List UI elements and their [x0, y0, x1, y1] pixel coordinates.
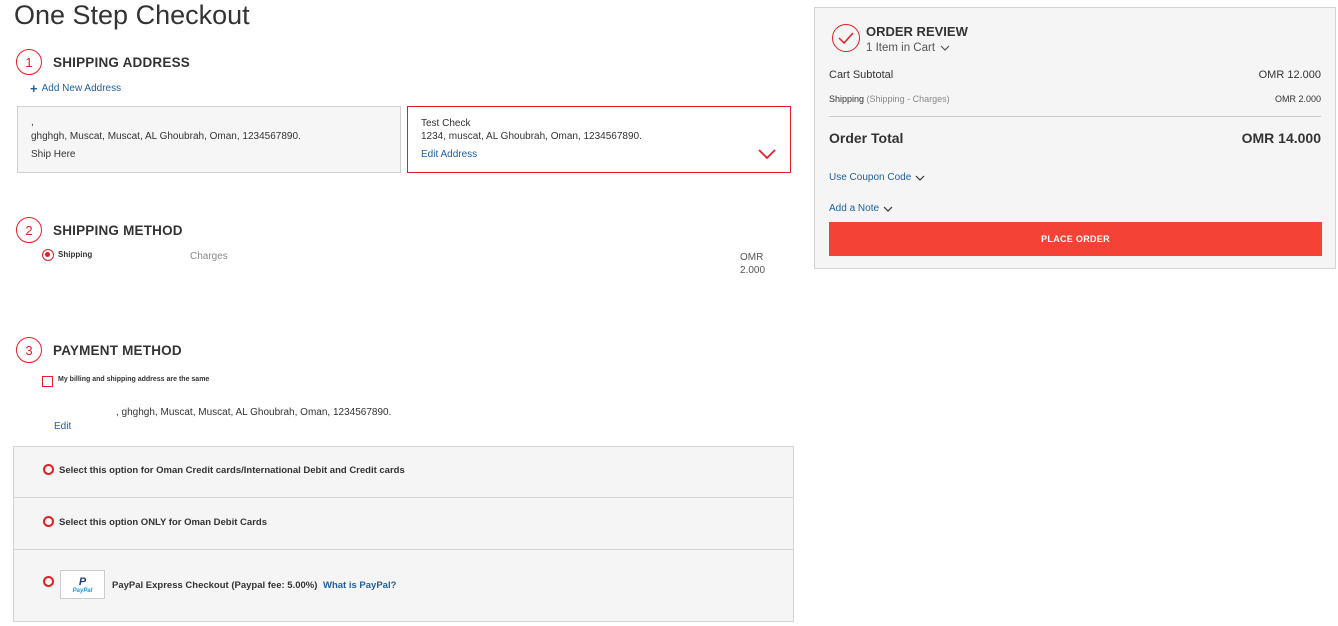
shipping-price-currency: OMR: [740, 252, 764, 263]
shipping-price-value: 2.000: [740, 265, 766, 276]
shipping-method-radio[interactable]: [42, 249, 54, 261]
place-order-button[interactable]: PLACE ORDER: [829, 222, 1322, 256]
subtotal-value: OMR 12.000: [1258, 69, 1321, 81]
items-count: 1 Item in Cart: [866, 42, 936, 54]
address-card-selected[interactable]: Test Check 1234, muscat, AL Ghoubrah, Om…: [407, 106, 791, 173]
divider: [829, 116, 1321, 117]
same-address-label: My billing and shipping address are the …: [58, 376, 210, 383]
coupon-label: Use Coupon Code: [829, 172, 912, 183]
billing-address-text: , ghghgh, Muscat, Muscat, AL Ghoubrah, O…: [116, 407, 392, 418]
payment-options: Select this option for Oman Credit cards…: [13, 446, 794, 622]
paypal-logo: P PayPal: [60, 570, 105, 599]
payment-option-label: Select this option ONLY for Oman Debit C…: [59, 517, 267, 528]
payment-option-label: PayPal Express Checkout (Paypal fee: 5.0…: [112, 580, 318, 591]
cart-subtotal-row: Cart Subtotal OMR 12.000: [829, 69, 1321, 81]
step-shipping-method: 2 SHIPPING METHOD: [16, 217, 183, 243]
shipping-label: Shipping: [829, 94, 865, 104]
step-shipping-address: 1 SHIPPING ADDRESS: [16, 49, 190, 75]
payment-radio[interactable]: [43, 464, 54, 475]
add-note-toggle[interactable]: Add a Note: [829, 203, 893, 214]
address-name: ,: [31, 117, 34, 128]
page-title: One Step Checkout: [14, 0, 250, 30]
chevron-down-icon: [940, 45, 950, 51]
order-review-title: ORDER REVIEW: [866, 24, 968, 39]
order-total-row: Order Total OMR 14.000: [829, 130, 1321, 146]
shipping-carrier: Charges: [190, 251, 228, 262]
use-coupon-toggle[interactable]: Use Coupon Code: [829, 172, 925, 183]
checkmark-icon: [758, 149, 776, 160]
payment-radio[interactable]: [43, 516, 54, 527]
address-text: 1234, muscat, AL Ghoubrah, Oman, 1234567…: [421, 131, 642, 142]
shipping-row: Shipping (Shipping - Charges) OMR 2.000: [829, 94, 1321, 104]
chevron-down-icon: [883, 206, 893, 212]
address-name: Test Check: [421, 118, 471, 129]
order-review-panel: ORDER REVIEW 1 Item in Cart Cart Subtota…: [814, 7, 1336, 269]
same-address-checkbox[interactable]: [42, 376, 53, 387]
add-new-address-link[interactable]: + Add New Address: [30, 80, 122, 96]
step-title: SHIPPING ADDRESS: [53, 54, 190, 70]
shipping-method-name: Shipping: [58, 250, 93, 259]
step-title: PAYMENT METHOD: [53, 342, 182, 358]
chevron-down-icon: [915, 175, 925, 181]
payment-option-credit[interactable]: Select this option for Oman Credit cards…: [14, 447, 793, 498]
plus-icon: +: [30, 80, 38, 96]
address-text: ghghgh, Muscat, Muscat, AL Ghoubrah, Oma…: [31, 131, 301, 142]
ship-here-button[interactable]: Ship Here: [31, 149, 75, 160]
shipping-price: OMR 2.000: [740, 251, 780, 277]
payment-radio[interactable]: [43, 576, 54, 587]
total-label: Order Total: [829, 130, 904, 146]
step-number: 2: [16, 217, 42, 243]
add-new-address-label: Add New Address: [41, 83, 122, 94]
step-number: 1: [16, 49, 42, 75]
what-is-paypal-link[interactable]: What is PayPal?: [323, 580, 396, 591]
payment-option-debit[interactable]: Select this option ONLY for Oman Debit C…: [14, 498, 793, 550]
edit-address-link[interactable]: Edit Address: [421, 149, 477, 160]
address-card[interactable]: , ghghgh, Muscat, Muscat, AL Ghoubrah, O…: [17, 106, 401, 173]
edit-billing-link[interactable]: Edit: [54, 421, 71, 432]
shipping-value: OMR 2.000: [1274, 94, 1321, 104]
shipping-detail: (Shipping - Charges): [866, 94, 950, 104]
step-payment-method: 3 PAYMENT METHOD: [16, 337, 182, 363]
shipping-method-row[interactable]: Shipping Charges OMR 2.000: [42, 249, 802, 279]
note-label: Add a Note: [829, 203, 880, 214]
step-title: SHIPPING METHOD: [53, 222, 183, 238]
payment-option-paypal[interactable]: P PayPal PayPal Express Checkout (Paypal…: [14, 550, 793, 622]
payment-option-label: Select this option for Oman Credit cards…: [59, 465, 405, 476]
step-number: 3: [16, 337, 42, 363]
check-circle-icon: [832, 24, 860, 52]
items-in-cart-toggle[interactable]: 1 Item in Cart: [866, 42, 950, 54]
subtotal-label: Cart Subtotal: [829, 69, 894, 81]
total-value: OMR 14.000: [1241, 130, 1321, 146]
